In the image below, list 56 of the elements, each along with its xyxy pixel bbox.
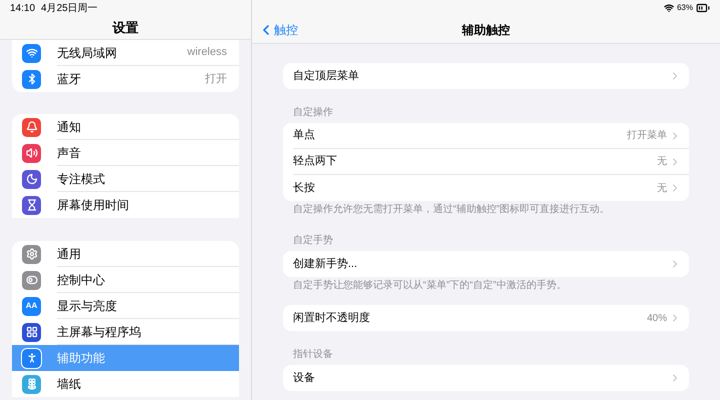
section-header: 自定操作	[293, 106, 333, 120]
row-value: 打开菜单	[627, 128, 667, 143]
row-label: 创建新手势...	[293, 256, 358, 272]
row-label: 设备	[293, 370, 316, 386]
sidebar-item-label: 墙纸	[57, 376, 82, 393]
settings-row[interactable]: 闲置时不透明度 40%	[283, 305, 689, 331]
wifi-icon	[22, 44, 41, 62]
sidebar-item-label: 显示与亮度	[57, 298, 118, 314]
settings-row[interactable]: 设备	[283, 365, 689, 391]
row-label: 轻点两下	[293, 154, 338, 170]
flower-icon	[22, 374, 41, 394]
row-value: 无	[657, 182, 667, 196]
sidebar-item-label: 专注模式	[57, 170, 106, 188]
grid-icon	[22, 322, 41, 342]
sidebar-item-label: 辅助功能	[57, 350, 106, 367]
sidebar-item-label: 主屏幕与程序坞	[57, 324, 142, 340]
sidebar-item-value: wireless	[187, 45, 227, 60]
row-label: 闲置时不透明度	[293, 310, 371, 326]
toggle-icon	[22, 270, 41, 290]
sidebar-item-label: 通知	[57, 118, 82, 136]
hourglass-icon	[22, 196, 41, 214]
row-label: 自定顶层菜单	[293, 68, 360, 84]
battery-percent: 63%	[676, 2, 693, 14]
sidebar-item-label: 屏幕使用时间	[57, 197, 130, 214]
sidebar-item-label: 声音	[57, 144, 82, 162]
settings-row[interactable]: 自定顶层菜单	[283, 63, 689, 89]
battery-icon	[696, 1, 710, 15]
moon-icon	[22, 170, 41, 188]
sidebar-item-label: 蓝牙	[57, 71, 82, 88]
page-title: 辅助触控	[462, 22, 510, 38]
row-value: 40%	[646, 312, 667, 326]
display-icon: AA	[22, 296, 41, 316]
settings-row[interactable]: 轻点两下 无	[283, 149, 689, 175]
status-time: 14:10	[10, 2, 36, 16]
sidebar-item-value: 打开	[205, 72, 227, 87]
row-value: 无	[657, 155, 667, 169]
section-footer: 自定手势让您能够记录可以从“菜单”下的“自定”中激活的手势。	[293, 278, 566, 292]
settings-row[interactable]: 创建新手势...	[283, 251, 689, 277]
bluetooth-icon	[22, 70, 41, 88]
settings-icon	[22, 244, 41, 264]
settings-row[interactable]: 长按 无	[283, 175, 689, 201]
wifi-icon	[664, 3, 674, 13]
sidebar-title: 设置	[112, 18, 138, 37]
bell-icon	[22, 118, 41, 136]
row-label: 单点	[293, 128, 316, 144]
section-header: 指针设备	[293, 348, 333, 362]
settings-row[interactable]: 单点 打开菜单	[283, 123, 689, 149]
sidebar-item-label: 通用	[57, 246, 82, 262]
sidebar-item-label: 控制中心	[57, 272, 106, 288]
status-date: 4月25日周一	[41, 2, 98, 16]
sidebar-item-label: 无线局域网	[57, 44, 118, 62]
accessibility-icon	[22, 348, 41, 368]
section-header: 自定手势	[293, 234, 333, 248]
speaker-icon	[22, 144, 41, 162]
row-label: 长按	[293, 180, 316, 196]
section-footer: 自定操作允许您无需打开菜单，通过“辅助触控”图标即可直接进行互动。	[293, 202, 610, 216]
